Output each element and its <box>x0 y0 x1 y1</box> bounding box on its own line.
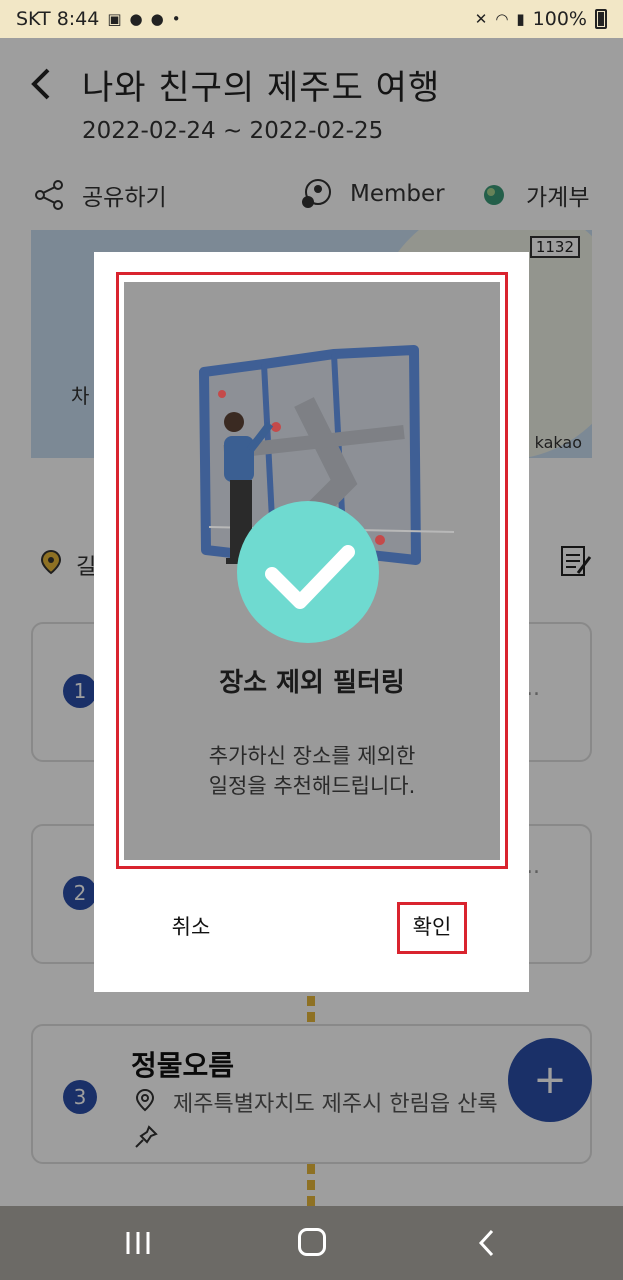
confirm-button[interactable]: 확인 <box>400 908 464 944</box>
dot-icon: • <box>171 10 181 28</box>
battery-text: 100% <box>532 8 587 30</box>
carrier-time: SKT 8:44 <box>16 8 100 30</box>
signal-icon: ▮ <box>516 10 525 28</box>
cancel-button[interactable]: 취소 <box>154 908 228 944</box>
wifi-icon: ◠ <box>495 10 509 28</box>
mute-icon: ✕ <box>474 10 488 28</box>
gallery-icon: ▣ <box>107 10 122 28</box>
battery-icon <box>595 9 607 29</box>
status-bar: SKT 8:44 ▣ ● ● • ✕ ◠ ▮ 100% <box>0 0 623 38</box>
home-icon[interactable] <box>298 1228 326 1256</box>
system-nav-bar <box>0 1206 623 1280</box>
recents-icon[interactable] <box>124 1230 152 1256</box>
bulb-icon: ● <box>150 10 164 28</box>
dialog-content-panel: 장소 제외 필터링 추가하신 장소를 제외한 일정을 추천해드립니다. <box>124 282 500 860</box>
dialog-message-line1: 추가하신 장소를 제외한 <box>208 744 416 768</box>
dialog-message-line2: 일정을 추천해드립니다. <box>208 774 416 798</box>
talk-icon: ● <box>129 10 143 28</box>
filter-dialog: 장소 제외 필터링 추가하신 장소를 제외한 일정을 추천해드립니다. 취소 확… <box>94 252 529 992</box>
dialog-heading: 장소 제외 필터링 <box>219 668 405 698</box>
back-icon[interactable] <box>476 1228 498 1258</box>
